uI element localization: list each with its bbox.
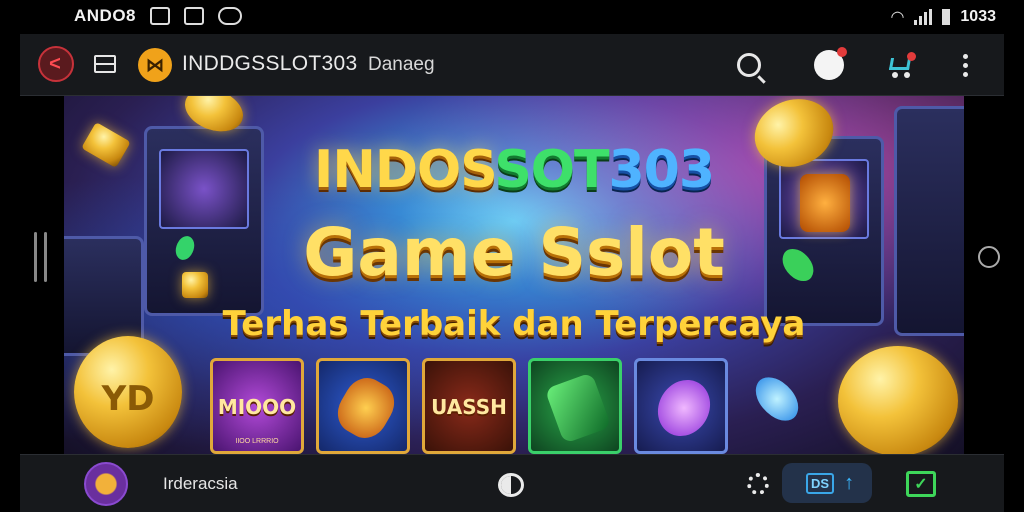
check-icon[interactable]: ✓ [906, 471, 936, 497]
upload-arrow-icon: ↑ [844, 471, 855, 494]
brand-name[interactable]: INDDGSSLOT303 [182, 52, 357, 76]
game-tile-label: MIOOO [217, 395, 297, 419]
home-button[interactable] [978, 246, 1000, 268]
big-coin-left: YD [74, 336, 182, 448]
game-tiles: MIOOO IIOO LRRRIO UASSH [210, 358, 728, 454]
hero-banner[interactable]: YD INDOSSOT303 Game Sslot Terhas Terbaik… [64, 96, 964, 454]
lantern-icon [329, 370, 403, 446]
cart-button[interactable] [882, 46, 920, 84]
search-icon [737, 53, 761, 77]
bottom-bar: Irderacsia DS ↑ ✓ [20, 454, 1004, 512]
user-badge-icon [814, 47, 847, 80]
toggle-icon[interactable] [498, 473, 524, 497]
battery-icon [942, 9, 951, 25]
section-title: Danaeg [368, 54, 435, 75]
status-bar: ANDO8 ◠ 1033 [0, 0, 1024, 34]
notification-icon [150, 7, 171, 25]
big-coin-right [838, 346, 958, 454]
clock: 1033 [960, 8, 996, 25]
game-tile[interactable] [528, 358, 622, 454]
signal-icon [914, 9, 933, 25]
game-tile[interactable]: UASSH [422, 358, 516, 454]
ds-chip-label: DS [806, 472, 835, 494]
profile-button[interactable] [810, 46, 848, 84]
back-gesture-handle[interactable] [34, 232, 48, 282]
back-icon: < [49, 52, 61, 75]
more-vert-icon [962, 53, 968, 77]
search-button[interactable] [730, 46, 768, 84]
left-rail [0, 34, 20, 512]
game-tile[interactable]: MIOOO IIOO LRRRIO [210, 358, 304, 454]
back-button[interactable]: < [38, 46, 74, 82]
game-tile-label: UASSH [431, 395, 507, 419]
menu-button[interactable] [94, 55, 116, 73]
carrier-label: ANDO8 [74, 6, 137, 25]
game-tile-caption: IIOO LRRRIO [235, 438, 279, 445]
app-bar: < ⋈ INDDGSSLOT303 Danaeg [20, 34, 1004, 96]
brand-logo-icon[interactable]: ⋈ [138, 48, 172, 82]
emerald-icon [544, 372, 612, 444]
wifi-icon: ◠ [890, 9, 905, 26]
game-tile[interactable] [634, 358, 728, 454]
game-tile[interactable] [316, 358, 410, 454]
hero-tagline: Terhas Terbaik dan Terpercaya [222, 304, 806, 344]
gear-icon[interactable] [747, 473, 769, 495]
avatar[interactable] [84, 462, 128, 506]
amethyst-icon [647, 370, 721, 446]
more-button[interactable] [946, 46, 984, 84]
ds-chip[interactable]: DS ↑ [782, 463, 872, 503]
right-rail [1004, 34, 1024, 512]
camera-icon [218, 7, 243, 25]
image-icon [184, 7, 205, 25]
brand-logo-glyph: ⋈ [146, 54, 164, 75]
hero-headline: Game Sslot [303, 214, 725, 291]
cart-icon [886, 52, 916, 78]
bottom-label: Irderacsia [163, 474, 238, 493]
blue-gem [746, 370, 808, 428]
hero-brand-title: INDOSSOT303 [313, 140, 715, 200]
